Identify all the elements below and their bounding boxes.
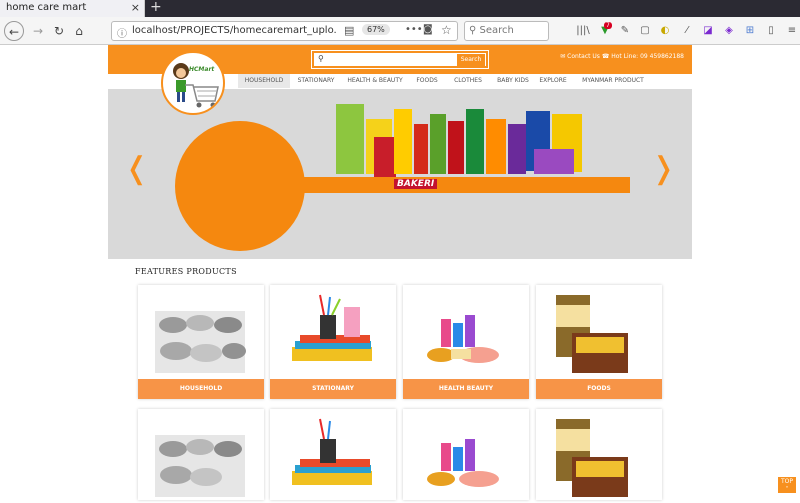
page-margin [0,45,108,500]
menu-explore[interactable]: EXPLORE [537,74,569,88]
pocket-icon[interactable]: ◙ [423,24,433,35]
product-card[interactable] [270,409,396,500]
slider-orange-circle [175,121,305,251]
forward-button[interactable]: → [28,21,48,41]
container-icon[interactable]: ◈ [722,24,736,38]
product-card[interactable] [403,409,529,500]
features-title: FEATURES PRODUCTS [135,267,237,276]
stationery-image [292,418,372,485]
menu-baby-kids[interactable]: BABY KIDS [495,74,531,88]
extension-icon[interactable]: ◪ [701,24,715,38]
reader-view-icon[interactable]: ▤ [344,24,354,37]
health-beauty-image [427,439,499,487]
home-button[interactable]: ⌂ [69,21,89,41]
site-logo[interactable]: HCMart [161,51,225,115]
back-to-top-button[interactable]: TOP ˄ [778,477,796,493]
health-beauty-image [427,315,499,363]
menu-clothes[interactable]: CLOTHES [448,74,488,88]
zoom-indicator[interactable]: 67% [362,24,390,35]
product-card[interactable]: HEALTH BEAUTY [403,285,529,399]
foods-image [556,419,628,497]
search-icon: ⚲ [318,54,324,63]
slider-next-icon[interactable]: ❭ [651,151,676,186]
contact-info[interactable]: ✉ Contact Us ☎ Hot Line: 09 459862188 [560,53,684,60]
card-label[interactable]: STATIONARY [270,379,396,399]
browser-tab[interactable]: home care mart × [0,0,145,17]
web-page: ⚲ Search ✉ Contact Us ☎ Hot Line: 09 459… [108,45,692,500]
search-button[interactable]: Search [457,54,485,66]
new-tab-button[interactable]: + [150,0,162,15]
product-card[interactable]: FOODS [536,285,662,399]
search-field[interactable]: ⚲ Search [464,21,549,41]
page-actions-icon[interactable]: ••• [405,24,423,35]
menu-icon[interactable]: ≡ [785,24,799,38]
card-label[interactable]: HEALTH BEAUTY [403,379,529,399]
sidebar-icon[interactable]: ▯ [764,24,778,38]
reload-button[interactable]: ↻ [49,21,69,41]
back-button[interactable]: ← [4,21,24,41]
bookmark-star-icon[interactable]: ☆ [441,23,452,37]
download-badge: 7 [604,22,612,29]
menu-household[interactable]: HOUSEHOLD [238,74,290,88]
top-label: TOP [780,478,793,485]
tab-close-icon[interactable]: × [131,1,140,14]
browser-toolbar: ← → ↻ ⌂ ⓘ localhost/PROJECTS/homecaremar… [0,17,800,45]
url-text[interactable]: localhost/PROJECTS/homecaremart_uplo... [132,25,337,36]
cookware-image [155,311,246,373]
tab-title: home care mart [6,2,87,13]
stationery-image [292,294,372,361]
menu-health-beauty[interactable]: HEALTH & BEAUTY [344,74,406,88]
logo-text: HCMart [189,66,215,73]
library-icon[interactable]: |||\ [576,24,590,38]
product-card[interactable] [138,409,264,500]
product-card[interactable] [536,409,662,500]
menu-stationary[interactable]: STATIONARY [291,74,341,88]
url-bar[interactable]: ⓘ localhost/PROJECTS/homecaremart_uplo..… [111,21,458,41]
product-card[interactable]: HOUSEHOLD [138,285,264,399]
pen-icon[interactable]: ✎ [618,24,632,38]
card-label[interactable]: HOUSEHOLD [138,379,264,399]
chevron-up-icon: ˄ [785,486,789,493]
card-label[interactable]: FOODS [536,379,662,399]
slider-prev-icon[interactable]: ❬ [124,151,149,186]
menu-foods[interactable]: FOODS [412,74,442,88]
tab-strip: home care mart × + [0,0,800,17]
foods-image [556,295,628,373]
products-banner-image [336,104,582,177]
screenshot-icon[interactable]: ▢ [638,24,652,38]
site-search[interactable]: ⚲ Search [311,50,489,69]
color-picker-icon[interactable]: ◐ [658,24,672,38]
search-icon: ⚲ [469,25,480,36]
menu-myanmar-product[interactable]: MYANMAR PRODUCT [578,74,648,88]
slider-brand-text: BAKERI [394,179,438,189]
info-icon[interactable]: ⓘ [117,25,127,40]
cookware-image [155,435,245,497]
grid-icon[interactable]: ⊞ [743,24,757,38]
product-card[interactable]: STATIONARY [270,285,396,399]
eyedropper-icon[interactable]: ⁄ [680,24,694,38]
search-placeholder: Search [479,25,514,36]
